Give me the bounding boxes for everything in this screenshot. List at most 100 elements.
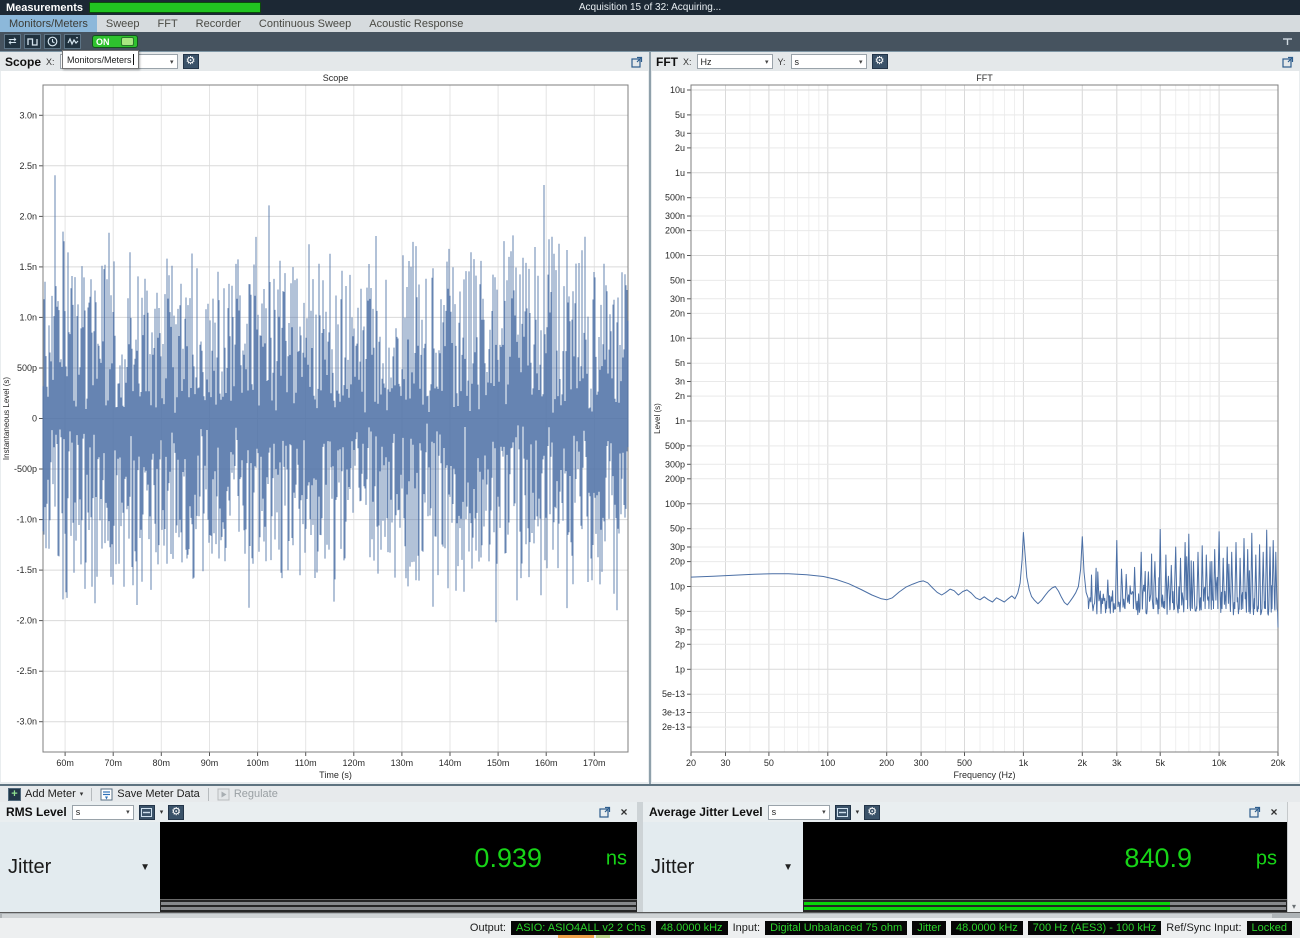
fft-panel-title: FFT: [656, 55, 678, 69]
input-connector-badge: Digital Unbalanced 75 ohm: [765, 921, 907, 935]
regulate-button[interactable]: Regulate: [213, 786, 282, 802]
chevron-down-icon: ▼: [783, 862, 793, 873]
rms-meter-body: Jitter ▼ 0.939 ns: [0, 822, 637, 912]
status-bar: Output: ASIO: ASIO4ALL v2 2 Chs 48.0000 …: [0, 918, 1300, 938]
svg-text:100: 100: [820, 758, 835, 768]
svg-text:20n: 20n: [670, 308, 685, 318]
svg-text:-2.5n: -2.5n: [16, 666, 37, 676]
chevron-down-icon: ▾: [822, 808, 826, 816]
svg-text:-1.0n: -1.0n: [16, 515, 37, 525]
svg-text:200: 200: [879, 758, 894, 768]
fft-x-combo[interactable]: Hz ▾: [697, 54, 773, 69]
rms-unit: ns: [606, 847, 627, 870]
jitter-channel-selector[interactable]: Jitter ▼: [643, 822, 803, 912]
svg-text:120m: 120m: [343, 758, 366, 768]
add-plus-icon: +: [8, 788, 21, 801]
svg-text:500p: 500p: [17, 363, 37, 373]
save-meter-data-button[interactable]: Save Meter Data: [96, 786, 204, 802]
title-bar: Measurements Acquisition 15 of 32: Acqui…: [0, 0, 1300, 15]
rms-settings-gear-icon[interactable]: ⚙: [168, 805, 184, 820]
close-icon[interactable]: ×: [617, 805, 631, 819]
clock-icon[interactable]: [44, 34, 61, 49]
fft-settings-gear-icon[interactable]: ⚙: [872, 54, 888, 69]
on-toggle-knob: [121, 37, 134, 46]
chevron-down-icon: ▾: [765, 58, 769, 66]
chevron-down-icon[interactable]: ▾: [856, 808, 860, 816]
rms-unit-combo[interactable]: s ▾: [72, 805, 134, 820]
tab-monitors-meters[interactable]: Monitors/Meters: [0, 15, 97, 32]
svg-text:300: 300: [914, 758, 929, 768]
scope-popout-icon[interactable]: [630, 55, 644, 69]
svg-text:Time (s): Time (s): [319, 770, 352, 780]
scope-panel-header: Scope X: ▾ Monitors/Meters ⚙: [0, 52, 649, 71]
svg-text:100p: 100p: [665, 499, 685, 509]
close-icon[interactable]: ×: [1267, 805, 1281, 819]
svg-text:20k: 20k: [1271, 758, 1286, 768]
input-label: Input:: [733, 922, 761, 934]
svg-text:2.0n: 2.0n: [19, 211, 37, 221]
svg-text:50n: 50n: [670, 275, 685, 285]
tab-recorder[interactable]: Recorder: [187, 15, 250, 32]
svg-text:1.0n: 1.0n: [19, 312, 37, 322]
rms-value-display: 0.939 ns: [160, 822, 637, 899]
tab-sweep[interactable]: Sweep: [97, 15, 149, 32]
rms-channel-selector[interactable]: Jitter ▼: [0, 822, 160, 912]
jitter-bar-meter: [803, 899, 1287, 912]
meter-style-icon[interactable]: [835, 805, 851, 820]
on-toggle-label: ON: [96, 37, 110, 47]
meter-style-icon[interactable]: [139, 805, 155, 820]
jitter-settings-gear-icon[interactable]: ⚙: [864, 805, 880, 820]
svg-text:160m: 160m: [535, 758, 558, 768]
tab-continuous-sweep[interactable]: Continuous Sweep: [250, 15, 360, 32]
auto-hide-pin-icon[interactable]: [1281, 35, 1294, 51]
svg-text:5e-13: 5e-13: [662, 689, 685, 699]
svg-text:1p: 1p: [675, 664, 685, 674]
meters-vertical-scrollbar[interactable]: ▾: [1287, 802, 1300, 912]
measurement-tab-bar: Monitors/Meters Sweep FFT Recorder Conti…: [0, 15, 1300, 32]
svg-text:2e-13: 2e-13: [662, 722, 685, 732]
fft-y-combo[interactable]: s ▾: [791, 54, 867, 69]
tab-fft[interactable]: FFT: [149, 15, 187, 32]
toolbar-separator: [91, 788, 92, 801]
scroll-down-arrow-icon[interactable]: ▾: [1292, 902, 1296, 911]
chevron-down-icon[interactable]: ▾: [160, 808, 164, 816]
io-swap-icon[interactable]: ⇄: [4, 34, 21, 49]
jitter-unit-combo[interactable]: s ▾: [768, 805, 830, 820]
scope-x-combo-tooltip: Monitors/Meters: [62, 50, 139, 69]
waveform-icon[interactable]: [64, 34, 81, 49]
acquisition-progress-bar: [89, 2, 261, 13]
add-meter-button[interactable]: + Add Meter ▾: [4, 786, 87, 802]
svg-text:200n: 200n: [665, 226, 685, 236]
output-label: Output:: [470, 922, 506, 934]
svg-text:3e-13: 3e-13: [662, 708, 685, 718]
save-icon: [100, 788, 113, 801]
fft-chart[interactable]: 2030501002003005001k2k3k5k10k20k10u5u3u2…: [652, 71, 1299, 782]
rms-bar-meter: [160, 899, 637, 912]
rms-value: 0.939: [474, 843, 542, 874]
meter-title: RMS Level: [6, 805, 67, 819]
chevron-down-icon: ▾: [80, 790, 84, 798]
svg-text:3.0n: 3.0n: [19, 110, 37, 120]
jitter-popout-icon[interactable]: [1248, 805, 1262, 819]
fft-popout-icon[interactable]: [1281, 55, 1295, 69]
chevron-down-icon: ▾: [126, 808, 130, 816]
square-wave-icon[interactable]: [24, 34, 41, 49]
svg-text:5p: 5p: [675, 606, 685, 616]
monitors-on-toggle[interactable]: ON: [92, 35, 138, 48]
svg-text:5n: 5n: [675, 358, 685, 368]
input-measurement-badge: Jitter: [912, 921, 946, 935]
scope-settings-gear-icon[interactable]: ⚙: [183, 54, 199, 69]
tab-acoustic-response[interactable]: Acoustic Response: [360, 15, 472, 32]
chevron-down-icon: ▼: [140, 862, 150, 873]
svg-text:500: 500: [957, 758, 972, 768]
rms-popout-icon[interactable]: [598, 805, 612, 819]
svg-text:10p: 10p: [670, 582, 685, 592]
svg-text:-3.0n: -3.0n: [16, 717, 37, 727]
jitter-meter-body: Jitter ▼ 840.9 ps: [643, 822, 1287, 912]
meter-title: Average Jitter Level: [649, 805, 763, 819]
scope-chart[interactable]: 60m70m80m90m100m110m120m130m140m150m160m…: [1, 71, 648, 782]
scope-panel-title: Scope: [5, 55, 41, 69]
input-signal-badge: 700 Hz (AES3) - 100 kHz: [1028, 921, 1162, 935]
text-caret: [133, 54, 134, 65]
svg-text:FFT: FFT: [976, 73, 993, 83]
